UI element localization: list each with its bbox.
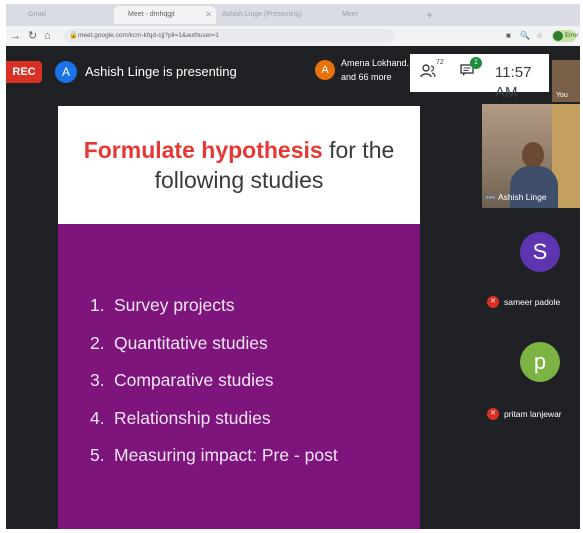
slide-title-highlight: Formulate hypothesis bbox=[83, 137, 323, 163]
video-person-head bbox=[522, 142, 544, 168]
list-item: 2. Quantitative studies bbox=[90, 325, 338, 363]
participants-summary[interactable]: A Amena Lokhand... and 66 more bbox=[315, 54, 414, 94]
slide-header: Formulate hypothesis for the following s… bbox=[58, 106, 420, 224]
url-text: meet.google.com/kcm-kfqd-cjj?pli=1&authu… bbox=[78, 32, 219, 39]
profile-button[interactable]: Error bbox=[552, 30, 579, 42]
meeting-clock: 11:57 AM bbox=[495, 64, 532, 101]
list-item: 5. Measuring impact: Pre - post bbox=[90, 437, 338, 475]
participant-more: and 66 more bbox=[341, 72, 392, 82]
tab-label: Ashish Linge (Presenting) bbox=[222, 11, 303, 18]
tab-label: Meet - dmhqgjt bbox=[128, 11, 175, 18]
list-item: 1. Survey projects bbox=[90, 287, 338, 325]
tab-label: Meet bbox=[342, 11, 358, 18]
meet-window: Gmail ✕ Meet - dmhqgjt ✕ Ashish Linge (P… bbox=[6, 4, 580, 529]
camera-icon[interactable]: ■ bbox=[506, 29, 511, 43]
meet-controls: 72 1 11:57 AM bbox=[410, 54, 549, 101]
participant-tile-ashish[interactable]: ••• Ashish Linge bbox=[482, 104, 580, 208]
browser-tab-active[interactable]: Meet - dmhqgjt ✕ bbox=[114, 6, 216, 24]
slide-title: Formulate hypothesis for the bbox=[58, 136, 420, 164]
people-count: 72 bbox=[436, 59, 444, 66]
browser-tab[interactable]: Meet bbox=[332, 6, 422, 24]
participant-name: Amena Lokhand... bbox=[341, 58, 415, 68]
presenter-avatar: A bbox=[55, 61, 77, 83]
meet-top-bar: REC A Ashish Linge is presenting A Amena… bbox=[6, 46, 580, 102]
item-number: 3. bbox=[90, 370, 105, 390]
speaking-indicator-icon: ••• bbox=[486, 192, 495, 202]
slide-list: 1. Survey projects 2. Quantitative studies… bbox=[90, 287, 338, 475]
presenting-label: Ashish Linge is presenting bbox=[85, 64, 237, 79]
reload-icon[interactable]: ↻ bbox=[28, 28, 37, 44]
mic-off-icon: ✕ bbox=[487, 408, 499, 420]
item-text: Quantitative studies bbox=[114, 332, 268, 353]
tile-name: sameer padole bbox=[504, 297, 561, 307]
browser-tab[interactable]: Ashish Linge (Presenting) bbox=[206, 6, 342, 24]
list-item: 3. Comparative studies bbox=[90, 362, 338, 400]
home-icon[interactable]: ⌂ bbox=[44, 28, 51, 44]
new-tab-icon[interactable]: + bbox=[426, 6, 440, 24]
people-icon[interactable] bbox=[420, 63, 436, 79]
slide-title-rest: for the bbox=[322, 137, 395, 163]
zoom-icon[interactable]: 🔍 bbox=[520, 29, 530, 43]
profile-label: Error bbox=[565, 33, 579, 39]
browser-tab[interactable]: Gmail ✕ bbox=[14, 6, 124, 24]
mic-off-icon: ✕ bbox=[487, 296, 499, 308]
tile-name: pritam lanjewar bbox=[504, 409, 562, 419]
tab-label: Gmail bbox=[28, 11, 47, 18]
participant-avatar-pritam[interactable]: p bbox=[520, 342, 560, 382]
item-text: Relationship studies bbox=[114, 407, 271, 428]
address-bar[interactable]: 🔒 meet.google.com/kcm-kfqd-cjj?pli=1&aut… bbox=[64, 29, 394, 43]
item-number: 1. bbox=[90, 295, 105, 315]
item-number: 5. bbox=[90, 445, 105, 465]
avatar bbox=[553, 31, 563, 41]
item-text: Measuring impact: Pre - post bbox=[114, 445, 338, 465]
participant-avatar: A bbox=[315, 60, 335, 80]
self-label: You bbox=[556, 92, 568, 99]
tile-name-text: Ashish Linge bbox=[497, 192, 547, 202]
slide-title-line2: following studies bbox=[154, 167, 324, 193]
recording-badge: REC bbox=[6, 61, 42, 83]
participant-avatar-sameer[interactable]: S bbox=[520, 232, 560, 272]
browser-tab-strip: Gmail ✕ Meet - dmhqgjt ✕ Ashish Linge (P… bbox=[6, 4, 580, 26]
tile-name: ••• Ashish Linge bbox=[486, 192, 547, 202]
list-item: 4. Relationship studies bbox=[90, 400, 338, 438]
self-view-tile[interactable]: You bbox=[552, 60, 580, 102]
item-text: Comparative studies bbox=[114, 370, 274, 390]
bookmark-star-icon[interactable]: ☆ bbox=[536, 29, 543, 43]
presentation-slide: Formulate hypothesis for the following s… bbox=[58, 106, 420, 529]
chat-badge: 1 bbox=[470, 57, 482, 69]
item-number: 2. bbox=[90, 332, 105, 353]
forward-icon[interactable]: → bbox=[10, 28, 21, 44]
item-number: 4. bbox=[90, 407, 105, 428]
lock-icon: 🔒 bbox=[69, 32, 78, 39]
browser-toolbar: → ↻ ⌂ 🔒 meet.google.com/kcm-kfqd-cjj?pli… bbox=[6, 26, 580, 47]
item-text: Survey projects bbox=[114, 295, 235, 315]
